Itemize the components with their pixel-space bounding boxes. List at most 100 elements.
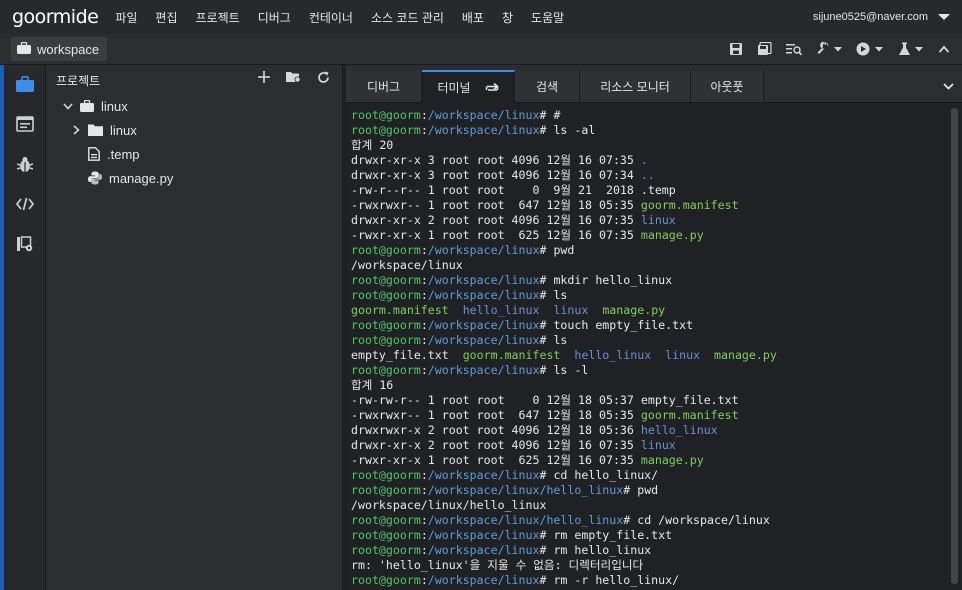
- terminal-segment: # pwd: [623, 483, 659, 497]
- tree-item-file[interactable]: .temp: [88, 143, 140, 165]
- terminal-segment: .: [640, 153, 648, 167]
- folder-icon: [88, 124, 103, 136]
- tree-item-python[interactable]: manage.py: [88, 167, 173, 189]
- flask-icon[interactable]: [898, 42, 924, 56]
- terminal-line: root@goorm:/workspace/linux# ls -l: [351, 363, 941, 378]
- terminal-segment: root@goorm: [351, 123, 421, 137]
- settings-icon[interactable]: [16, 235, 34, 253]
- terminal-segment: hello_linux: [574, 348, 652, 362]
- chevron-down-icon[interactable]: [943, 77, 954, 95]
- terminal-segment: :: [420, 108, 428, 122]
- terminal-segment: /workspace/linux/hello_linux: [351, 498, 547, 512]
- terminal-segment: # rm empty_file.txt: [539, 528, 673, 542]
- tab-debug[interactable]: 디버그: [346, 71, 422, 102]
- collapse-icon[interactable]: [938, 44, 950, 54]
- tree-item-root[interactable]: linux: [62, 95, 128, 117]
- terminal-segment: drwxr-xr-x 3 root root 4096 12월 16 07:35: [351, 153, 641, 167]
- menu-edit[interactable]: 편집: [146, 9, 186, 26]
- terminal-segment: [449, 303, 463, 317]
- menu-debug[interactable]: 디버그: [249, 9, 300, 26]
- save-icon[interactable]: [729, 42, 743, 56]
- terminal-segment: :: [420, 573, 428, 587]
- menu-help[interactable]: 도움말: [522, 9, 573, 26]
- tab-output[interactable]: 아웃풋: [691, 71, 764, 102]
- terminal-segment: # ls: [539, 288, 568, 302]
- terminal-segment: :: [420, 288, 428, 302]
- terminal-segment: /workspace/linux: [427, 273, 540, 287]
- wrench-icon[interactable]: [816, 42, 842, 56]
- terminal-segment: [651, 348, 665, 362]
- file-icon: [88, 147, 100, 161]
- terminal-segment: root@goorm: [351, 243, 421, 257]
- terminal-segment: # #: [539, 108, 561, 122]
- workspace-tab[interactable]: workspace: [11, 37, 108, 61]
- terminal-segment: linux: [553, 303, 589, 317]
- terminal-segment: goorm.manifest: [640, 408, 739, 422]
- chevron-down-icon: [938, 14, 950, 20]
- code-icon[interactable]: [16, 195, 34, 213]
- bottom-panel: 디버그 터미널 검색 리소스 모니터 아웃풋 root@goorm:/works…: [346, 65, 962, 590]
- debug-icon[interactable]: [16, 155, 34, 173]
- terminal-segment: rm: 'hello_linux'을 지울 수 없음: 디렉터리입니다: [351, 558, 644, 572]
- chevron-right-icon: [70, 125, 82, 135]
- terminal-output[interactable]: root@goorm:/workspace/linux# # root@goorm…: [351, 108, 941, 590]
- terminal-segment: :: [420, 243, 428, 257]
- user-menu[interactable]: sijune0525@naver.com: [813, 0, 950, 34]
- terminal-line: -rw-rw-r-- 1 root root 0 12월 18 05:37 em…: [351, 393, 941, 408]
- activity-bar: [4, 65, 46, 590]
- terminal-segment: /workspace/linux: [351, 258, 463, 272]
- terminal-segment: # pwd: [539, 243, 575, 257]
- terminal-line: drwxrwxr-x 2 root root 4096 12월 18 05:36…: [351, 423, 941, 438]
- terminal-line: drwxr-xr-x 2 root root 4096 12월 16 07:35…: [351, 438, 941, 453]
- tab-search[interactable]: 검색: [515, 71, 580, 102]
- terminal-segment: manage.py: [602, 303, 666, 317]
- terminal-line: rm: 'hello_linux'을 지울 수 없음: 디렉터리입니다: [351, 558, 941, 573]
- tree-item-folder[interactable]: linux: [70, 119, 137, 141]
- terminal-segment: -rwxr-xr-x 1 root root 625 12월 16 07:35: [351, 453, 641, 467]
- tab-label: 검색: [535, 80, 559, 94]
- terminal-line: -rwxrwxr-- 1 root root 647 12월 18 05:35 …: [351, 198, 941, 213]
- save-all-icon[interactable]: [757, 42, 772, 56]
- terminal-line: root@goorm:/workspace/linux# cd hello_li…: [351, 468, 941, 483]
- add-file-icon[interactable]: [258, 71, 270, 87]
- menu-window[interactable]: 창: [493, 9, 522, 26]
- menu-container[interactable]: 컨테이너: [300, 9, 362, 26]
- swap-icon[interactable]: [485, 82, 499, 94]
- terminal-scrollbar[interactable]: [951, 108, 958, 584]
- tab-label: 디버그: [366, 80, 401, 94]
- add-folder-icon[interactable]: [286, 71, 301, 87]
- terminal-segment: # touch empty_file.txt: [539, 318, 694, 332]
- terminal-line: -rwxrwxr-- 1 root root 647 12월 18 05:35 …: [351, 408, 941, 423]
- terminal-segment: empty_file.txt: [351, 348, 463, 362]
- terminal-segment: root@goorm: [351, 543, 421, 557]
- tab-terminal[interactable]: 터미널: [422, 70, 515, 103]
- project-icon[interactable]: [16, 75, 34, 93]
- chevron-down-icon: [62, 102, 74, 110]
- refresh-icon[interactable]: [317, 71, 330, 87]
- terminal-segment: drwxr-xr-x 2 root root 4096 12월 16 07:35: [351, 213, 641, 227]
- tab-resource-monitor[interactable]: 리소스 모니터: [580, 71, 691, 102]
- terminal-line: root@goorm:/workspace/linux# rm -r hello…: [351, 573, 941, 588]
- terminal-segment: /workspace/linux: [427, 543, 540, 557]
- menu-scm[interactable]: 소스 코드 관리: [362, 9, 453, 26]
- terminal-segment: # cd hello_linux/: [539, 468, 659, 482]
- terminal-segment: root@goorm: [351, 333, 421, 347]
- terminal-segment: :: [420, 363, 428, 377]
- terminal-segment: manage.py: [640, 228, 704, 242]
- terminal-segment: hello_linux: [462, 303, 540, 317]
- terminal-segment: # ls -al: [539, 123, 596, 137]
- menu-project[interactable]: 프로젝트: [187, 9, 249, 26]
- workspace-label: workspace: [37, 41, 100, 57]
- terminal-line: root@goorm:/workspace/linux# ls: [351, 333, 941, 348]
- project-explorer: 프로젝트 linux linux .temp manage.py: [46, 65, 343, 590]
- briefcase-icon: [80, 100, 94, 112]
- terminal-window-icon[interactable]: [16, 115, 34, 133]
- terminal-line: -rwxr-xr-x 1 root root 625 12월 16 07:35 …: [351, 453, 941, 468]
- terminal-segment: linux: [640, 438, 676, 452]
- run-icon[interactable]: [856, 42, 884, 56]
- find-icon[interactable]: [786, 42, 802, 56]
- terminal-segment: # rm hello_linux: [539, 543, 652, 557]
- menu-file[interactable]: 파일: [106, 9, 146, 26]
- menu-deploy[interactable]: 배포: [453, 9, 493, 26]
- terminal-segment: /workspace/linux: [427, 288, 540, 302]
